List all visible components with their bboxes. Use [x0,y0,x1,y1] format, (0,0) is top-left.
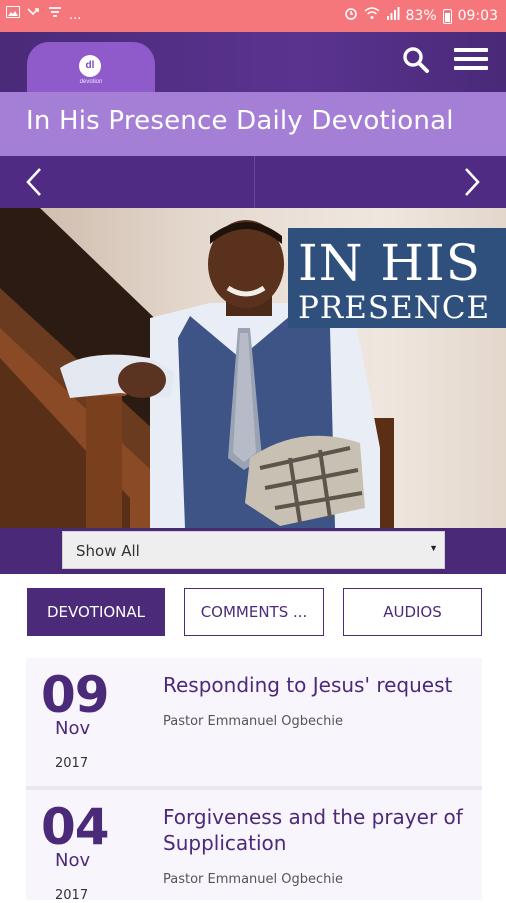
filter-select[interactable]: Show All ▼ [62,531,445,569]
clock: 09:03 [457,8,498,24]
filter-select-value: Show All [76,542,140,560]
app-header: dl devotion [0,32,506,94]
battery-icon [442,8,452,24]
nav-divider [254,156,255,208]
devotional-author: Pastor Emmanuel Ogbechie [163,872,343,887]
more-notifications-indicator: ... [69,7,82,23]
devotional-title[interactable]: Responding to Jesus' request [163,672,468,698]
in-his-presence-banner: IN HIS PRESENCE [288,228,506,328]
devotional-author: Pastor Emmanuel Ogbechie [163,714,343,729]
wifi-icon [364,6,380,26]
logo-mark: dl [79,55,101,77]
missed-call-icon [27,6,41,24]
devotional-list-item[interactable]: 04 Nov 2017 Forgiveness and the prayer o… [26,790,482,903]
date-year: 2017 [55,756,89,771]
image-notification-icon [6,6,20,24]
app-logo[interactable]: dl devotion [27,42,155,94]
battery-percent: 83% [405,8,437,24]
logo-subtext: devotion [79,79,103,85]
date-day: 04 [41,798,110,856]
page-title-bar: In His Presence Daily Devotional [0,92,506,156]
banner-line-2: PRESENCE [298,290,491,326]
dropdown-caret-icon: ▼ [429,543,438,553]
hero-image: IN HIS PRESENCE [0,208,506,528]
date-month: Nov [55,850,91,871]
date-month: Nov [55,718,91,739]
search-icon[interactable] [402,46,430,74]
status-bar: ... 83% 09:03 [0,0,506,32]
carousel-nav [0,156,506,208]
tab-comments[interactable]: COMMENTS ... [184,588,324,636]
previous-arrow-icon[interactable] [20,166,50,198]
date-year: 2017 [55,888,89,903]
page-title: In His Presence Daily Devotional [26,106,454,136]
devotional-list-item[interactable]: 09 Nov 2017 Responding to Jesus' request… [26,658,482,786]
alarm-icon [344,6,358,26]
date-day: 09 [41,666,110,724]
tab-devotional[interactable]: DEVOTIONAL [27,588,165,636]
hamburger-menu-icon[interactable] [454,48,488,74]
app-notification-icon [48,6,62,24]
banner-line-1: IN HIS [298,234,482,292]
devotional-title[interactable]: Forgiveness and the prayer of Supplicati… [163,804,468,856]
tab-audios[interactable]: AUDIOS [343,588,482,636]
signal-icon [386,6,400,26]
next-arrow-icon[interactable] [456,166,486,198]
